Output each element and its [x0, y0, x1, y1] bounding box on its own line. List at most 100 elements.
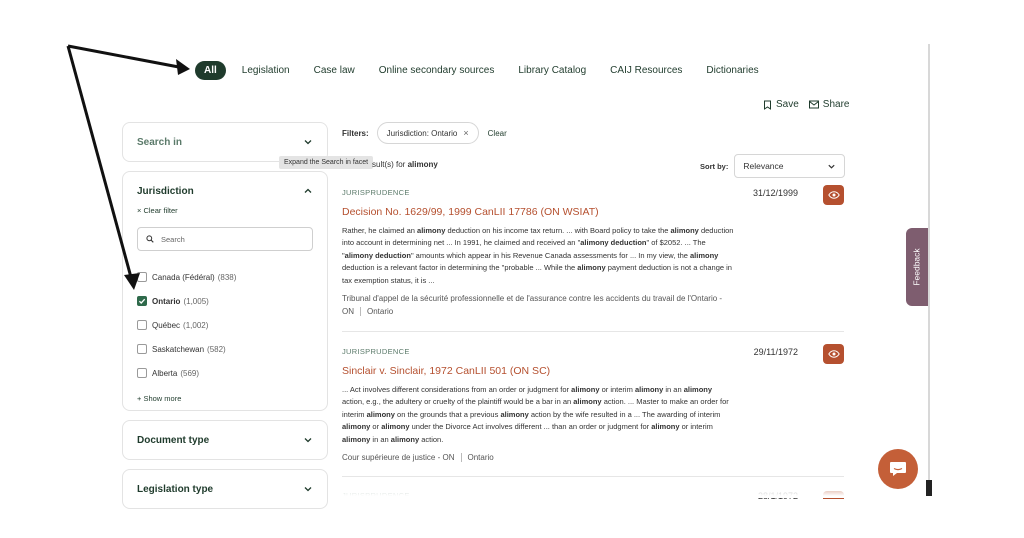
tab-dictionaries[interactable]: Dictionaries — [706, 65, 758, 76]
snippet-text: Rather, he claimed an — [342, 226, 418, 235]
facet-document-type[interactable]: Document type — [122, 420, 328, 460]
snippet-text: or interim — [599, 385, 635, 394]
show-more-link[interactable]: + Show more — [123, 394, 327, 403]
snippet-text: in an — [663, 385, 684, 394]
snippet-highlight: alimony — [500, 409, 529, 419]
result-snippet: ... Act involves different consideration… — [342, 384, 804, 446]
snippet-text: on the grounds that a previous — [394, 409, 501, 419]
option-count: (569) — [180, 368, 200, 378]
tab-online-secondary-sources[interactable]: Online secondary sources — [379, 65, 495, 76]
chevron-down-icon — [304, 487, 312, 492]
option-canada-federal[interactable]: Canada (Fédéral) (838) — [137, 265, 327, 289]
tab-all[interactable]: All — [195, 61, 226, 80]
snippet-text: or — [370, 422, 382, 432]
snippet-line: into account in determining net ... In 1… — [342, 237, 804, 249]
snippet-text: action. ... Master to make an order for — [601, 397, 729, 407]
snippet-highlight: alimony — [342, 422, 371, 432]
eye-icon — [827, 191, 840, 199]
result-divider — [342, 331, 844, 332]
chevron-down-icon — [828, 164, 835, 169]
preview-button[interactable] — [823, 185, 844, 205]
facet-legislation-type-title: Legislation type — [137, 483, 214, 495]
snippet-text: action. — [419, 434, 444, 444]
result-date: 29/11/1972 — [753, 347, 798, 357]
filter-chip-jurisdiction[interactable]: Jurisdiction: Ontario × — [376, 122, 479, 144]
chevron-up-icon — [304, 188, 312, 193]
page-actions: Save Share — [763, 99, 859, 110]
tooltip: Expand the Search in facet — [279, 156, 374, 169]
snippet-highlight: alimony — [577, 263, 606, 273]
page: All Legislation Case law Online secondar… — [0, 0, 1024, 538]
sort-value: Relevance — [743, 161, 784, 171]
checkbox[interactable] — [137, 344, 147, 354]
window-edge-shadow — [926, 480, 932, 496]
save-button[interactable]: Save — [763, 99, 799, 110]
snippet-line: interim alimony on the grounds that a pr… — [342, 409, 804, 421]
tab-legislation[interactable]: Legislation — [242, 65, 290, 76]
snippet-highlight: alimony — [381, 422, 410, 432]
facet-legislation-type[interactable]: Legislation type — [122, 469, 328, 509]
snippet-text: deduction on his income tax return. ... … — [445, 226, 671, 235]
results-count: sult(s) for alimony — [372, 160, 438, 169]
checkbox[interactable] — [137, 320, 147, 330]
snippet-text: ... Act involves different consideration… — [342, 385, 572, 394]
option-alberta[interactable]: Alberta (569) — [137, 361, 327, 385]
arrow-to-all-tab — [67, 44, 185, 70]
sort-select[interactable]: Relevance — [734, 154, 846, 178]
clear-filters-link[interactable]: Clear — [488, 129, 507, 138]
preview-button[interactable] — [823, 344, 844, 364]
chevron-down-icon — [304, 438, 312, 443]
snippet-text: payment deduction is not a change in — [605, 263, 732, 273]
eye-icon — [827, 350, 840, 358]
snippet-highlight: alimony — [573, 397, 602, 407]
snippet-text: into account in determining net ... In 1… — [342, 238, 581, 248]
tab-library-catalog[interactable]: Library Catalog — [518, 65, 586, 76]
snippet-highlight: alimony — [390, 434, 420, 444]
chat-button[interactable] — [878, 449, 918, 489]
snippet-text: or interim — [679, 422, 713, 432]
facet-document-type-header[interactable]: Document type — [123, 421, 327, 459]
category-tabs: All Legislation Case law Online secondar… — [195, 61, 783, 80]
bookmark-icon — [764, 100, 771, 110]
snippet-line: "alimony deduction" amounts which appear… — [342, 250, 804, 262]
facet-legislation-type-header[interactable]: Legislation type — [123, 470, 327, 508]
option-label: Ontario — [152, 296, 181, 306]
snippet-line: deduction is a relevant factor in determ… — [342, 262, 804, 274]
snippet-highlight: alimony — [651, 422, 680, 432]
snippet-text: action, e.g., the adultery or cruelty of… — [342, 397, 574, 407]
checkbox-checked[interactable] — [137, 296, 147, 306]
option-saskatchewan[interactable]: Saskatchewan (582) — [137, 337, 327, 361]
result-jurisdiction: Ontario — [367, 306, 394, 316]
facet-search-in-title: Search in — [137, 136, 183, 148]
result-meta: Tribunal d'appel de la sécurité professi… — [342, 293, 804, 318]
facet-jurisdiction-header[interactable]: Jurisdiction — [123, 172, 327, 206]
jurisdiction-options: Canada (Fédéral) (838) Ontario (1,005) Q… — [123, 265, 327, 385]
clear-filter-link[interactable]: × Clear filter — [123, 206, 327, 215]
checkbox[interactable] — [137, 272, 147, 282]
checkbox[interactable] — [137, 368, 147, 378]
option-quebec[interactable]: Québec (1,002) — [137, 313, 327, 337]
option-label: Alberta — [152, 368, 178, 378]
tab-caij-resources[interactable]: CAIJ Resources — [610, 65, 682, 76]
jurisdiction-search-input[interactable]: Search — [137, 227, 313, 251]
snippet-highlight: alimony — [683, 385, 713, 394]
snippet-highlight: alimony — [670, 226, 699, 235]
snippet-text: " of $2052. ... The — [646, 238, 706, 248]
tab-case-law[interactable]: Case law — [314, 65, 355, 76]
option-ontario[interactable]: Ontario (1,005) — [137, 289, 327, 313]
search-placeholder: Search — [161, 234, 185, 244]
feedback-tab[interactable]: Feedback — [906, 228, 928, 306]
scroll-fade — [330, 478, 850, 498]
option-label: Canada (Fédéral) — [152, 272, 215, 282]
snippet-text: " amounts which appear in his Revenue Ca… — [410, 250, 690, 260]
share-button[interactable]: Share — [808, 99, 849, 110]
result-court: ON — [342, 306, 354, 316]
arrowhead-icon — [176, 59, 190, 75]
snippet-text: deduction is a relevant factor in determ… — [342, 263, 578, 273]
close-icon[interactable]: × — [463, 128, 468, 138]
result-title-link[interactable]: Sinclair v. Sinclair, 1972 CanLII 501 (O… — [342, 365, 844, 377]
result-title-link[interactable]: Decision No. 1629/99, 1999 CanLII 17786 … — [342, 206, 844, 218]
feedback-label: Feedback — [912, 248, 922, 286]
separator — [360, 307, 361, 317]
result-jurisdiction: Ontario — [467, 453, 494, 463]
